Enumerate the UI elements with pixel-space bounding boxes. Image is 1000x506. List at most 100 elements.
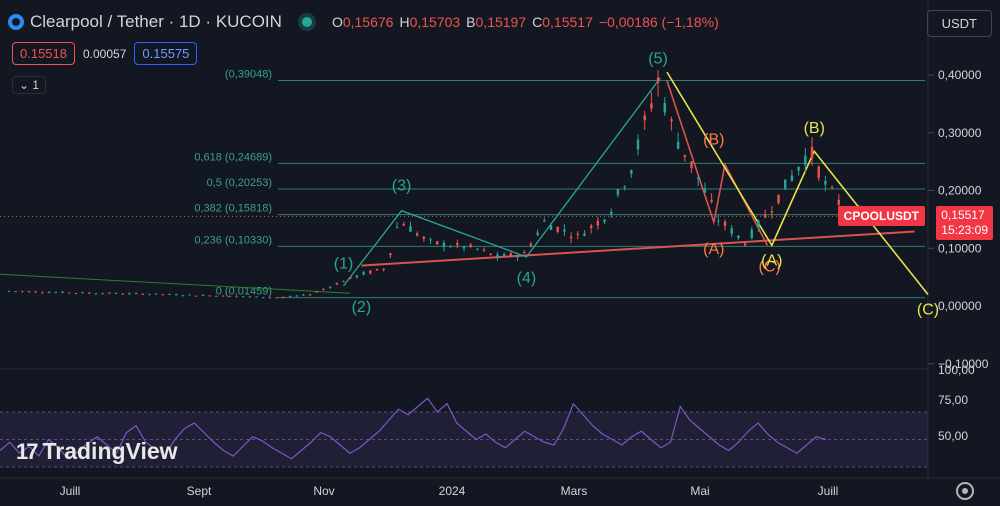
candle-body (168, 293, 171, 295)
candle-body (489, 253, 492, 256)
candle-body (509, 253, 513, 257)
candle-body (389, 253, 392, 256)
candle-body (469, 244, 472, 247)
candle-body (429, 239, 432, 241)
candle-body (730, 228, 733, 234)
candle-body (576, 233, 579, 235)
candle-body (262, 297, 265, 299)
candle (784, 179, 787, 190)
x-tick-label: Juill (818, 484, 839, 498)
candle-body (268, 297, 272, 299)
candle (215, 295, 218, 297)
candle (777, 194, 780, 205)
candle-body (342, 281, 345, 283)
candle-body (824, 180, 827, 185)
candle-body (302, 294, 305, 296)
candle-body (623, 186, 626, 188)
rsi-tick-label: 75,00 (938, 393, 968, 407)
candle (262, 297, 265, 299)
wave-label: (4) (517, 270, 537, 287)
ohlc-change: −0,00186 (−1,18%) (598, 14, 719, 30)
x-tick-label: Nov (313, 484, 334, 498)
candle-body (208, 295, 211, 297)
indicators-toggle[interactable]: ⌄ 1 (12, 76, 47, 94)
candle-body (328, 286, 332, 288)
candle-body (496, 254, 499, 258)
candle-body (804, 155, 807, 166)
candle (67, 292, 71, 294)
ohlc-open: O0,15676 (331, 14, 394, 30)
candle-body (61, 291, 64, 293)
ohlc-values: O0,15676 H0,15703 B0,15197 C0,15517 −0,0… (332, 14, 719, 30)
candle-body (128, 293, 131, 295)
candle-body (228, 295, 231, 297)
candle-body (415, 233, 419, 236)
candle-body (502, 254, 506, 257)
gear-icon[interactable] (956, 482, 974, 500)
chevron-down-icon: ⌄ (19, 78, 30, 92)
candle (255, 296, 258, 298)
candle-body (161, 294, 165, 296)
watermark-text: TradingView (42, 438, 178, 464)
candle-body (308, 294, 312, 296)
last-price-tag: 0,15517 15:23:09 (936, 206, 993, 240)
candle-body (456, 243, 459, 246)
candle-body (395, 227, 399, 229)
candle-body (188, 294, 191, 296)
candle-body (94, 293, 98, 295)
market-open-icon (301, 17, 312, 27)
currency-selector[interactable]: USDT (926, 10, 992, 37)
candle-body (549, 225, 553, 230)
tradingview-logo-icon: 17 (16, 438, 39, 464)
candle (221, 295, 225, 297)
candle-body (643, 115, 646, 121)
candle-body (108, 292, 111, 294)
candle-body (248, 296, 252, 298)
candle-body (355, 275, 359, 278)
candle-body (529, 243, 533, 247)
candle-body (322, 289, 325, 291)
candle-body (295, 295, 298, 297)
fib-level-label: (0,39048) (225, 68, 272, 80)
candle-body (315, 291, 318, 293)
candle-body (723, 221, 727, 226)
candle (161, 294, 165, 296)
candle-body (121, 293, 124, 295)
candle-body (462, 246, 466, 249)
candle-body (583, 233, 586, 237)
wave-label: (B) (804, 120, 825, 137)
candle-body (737, 235, 740, 238)
rsi-top-tick: 100,00 (938, 363, 975, 377)
buy-price-button[interactable]: 0.15575 (134, 42, 198, 65)
candle-body (563, 229, 566, 232)
y-tick-label: 0,10000 (938, 241, 982, 255)
candle-body (476, 248, 479, 250)
symbol-title[interactable]: Clearpool / Tether · 1D · KUCOIN (30, 12, 282, 32)
candle-body (34, 291, 37, 293)
candle-body (817, 166, 820, 178)
ohlc-high: H0,15703 (399, 14, 461, 30)
candle-body (7, 290, 11, 292)
candle-body (676, 141, 680, 149)
fib-level-label: 0,618 (0,24689) (194, 151, 272, 163)
spread-value: 0.00057 (83, 46, 127, 61)
candle-body (154, 293, 158, 295)
fib-level-label: 0,382 (0,15818) (194, 203, 272, 215)
candle-body (830, 187, 834, 189)
candle-body (255, 296, 258, 298)
candle-body (241, 296, 245, 298)
candle-body (717, 220, 720, 222)
candle (7, 290, 11, 292)
candle-body (47, 292, 51, 294)
candle (14, 291, 17, 293)
ohlc-close: C0,15517 (532, 14, 593, 30)
candle-body (837, 199, 840, 205)
candle (74, 292, 78, 294)
candle-body (402, 223, 405, 226)
candle-body (375, 268, 379, 271)
price-chart[interactable]: 0,400000,300000,200000,100000,00000−0,10… (0, 0, 1000, 506)
wave-label: (B) (703, 131, 724, 148)
x-tick-label: Mars (561, 484, 588, 498)
candle-body (288, 296, 292, 298)
sell-price-button[interactable]: 0.15518 (12, 42, 75, 65)
